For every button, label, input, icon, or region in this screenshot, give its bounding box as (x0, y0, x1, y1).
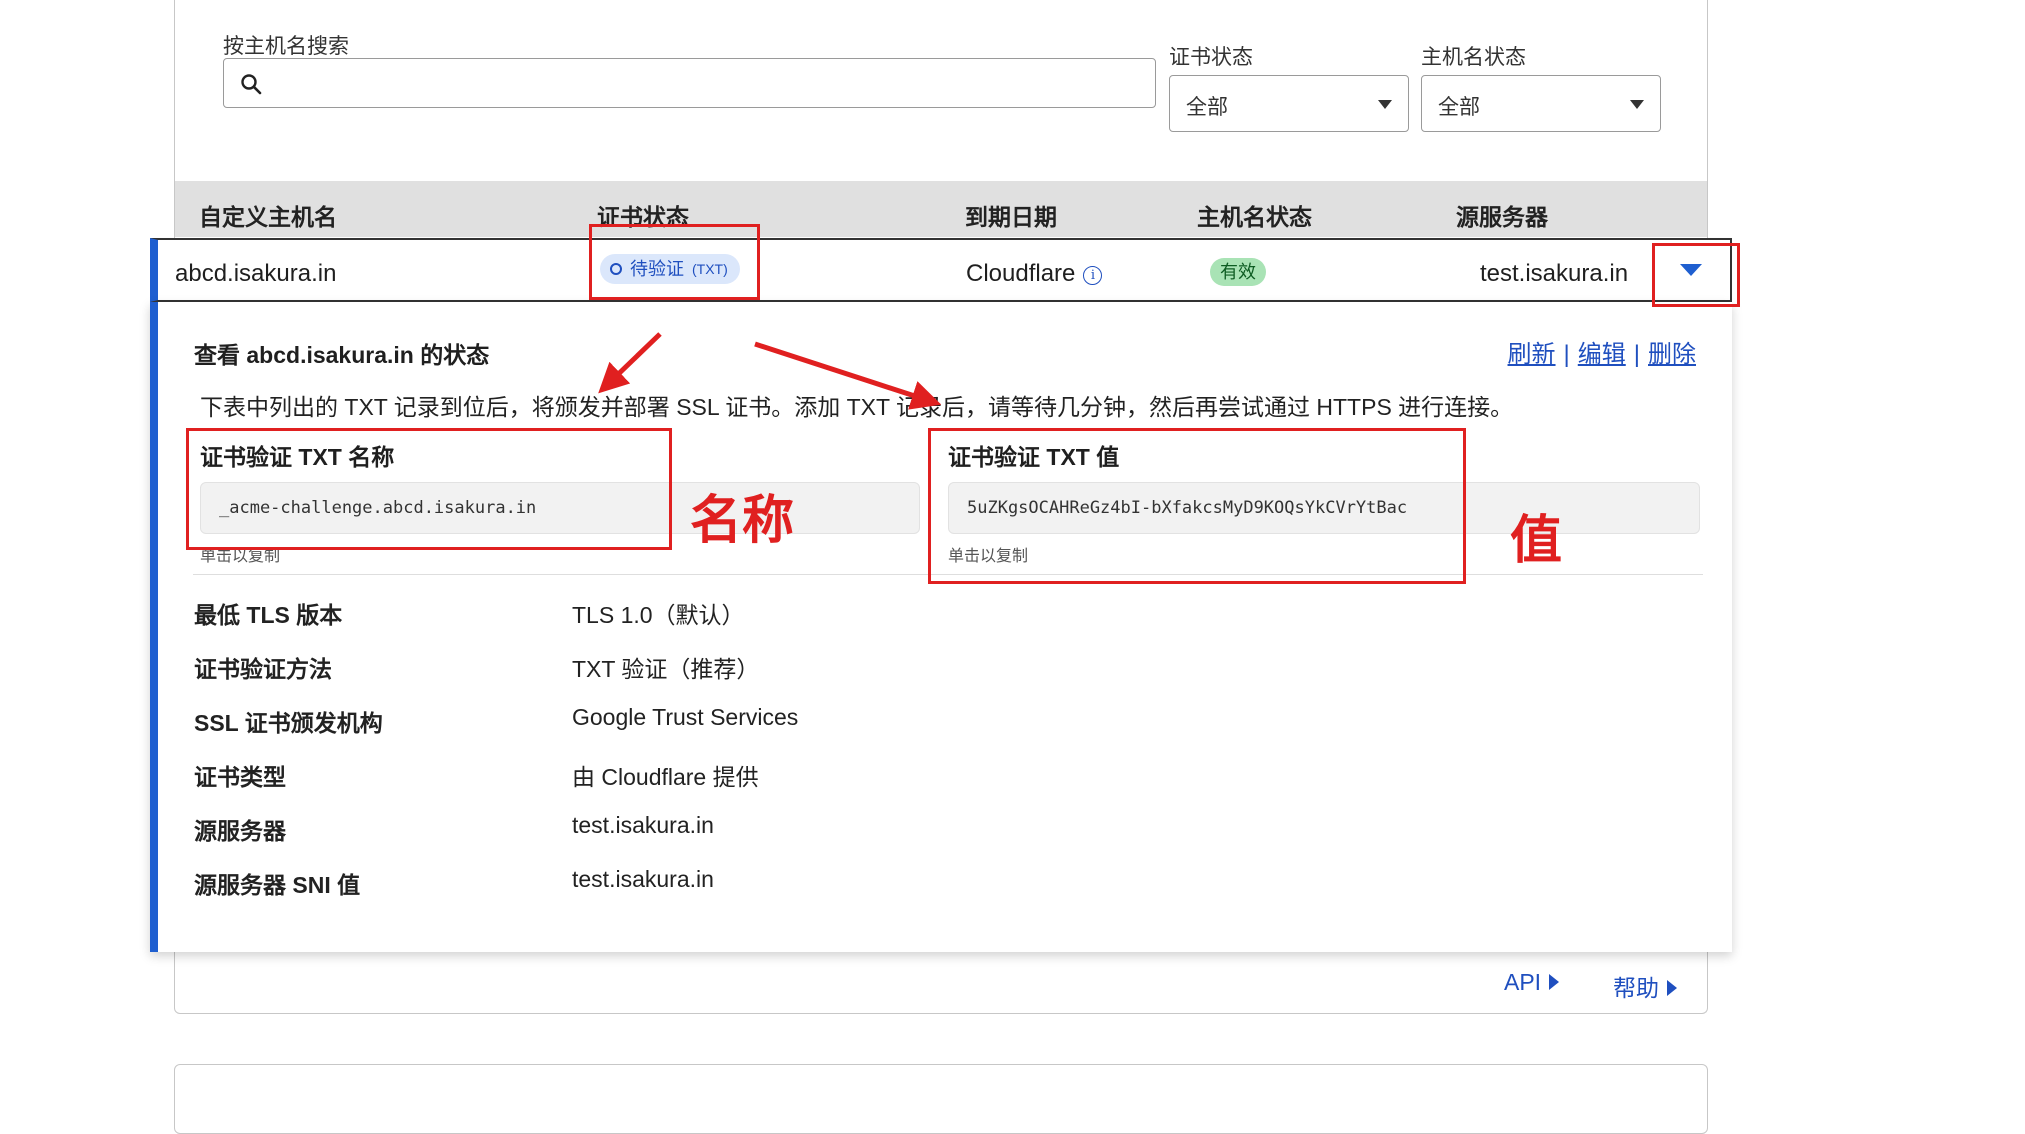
annotation-value-text: 值 (1510, 512, 1563, 570)
arrow-to-value (754, 341, 942, 410)
arrow-to-name (598, 332, 662, 394)
annotation-name-text: 名称 (690, 492, 795, 550)
annotation-arrows (598, 332, 942, 410)
